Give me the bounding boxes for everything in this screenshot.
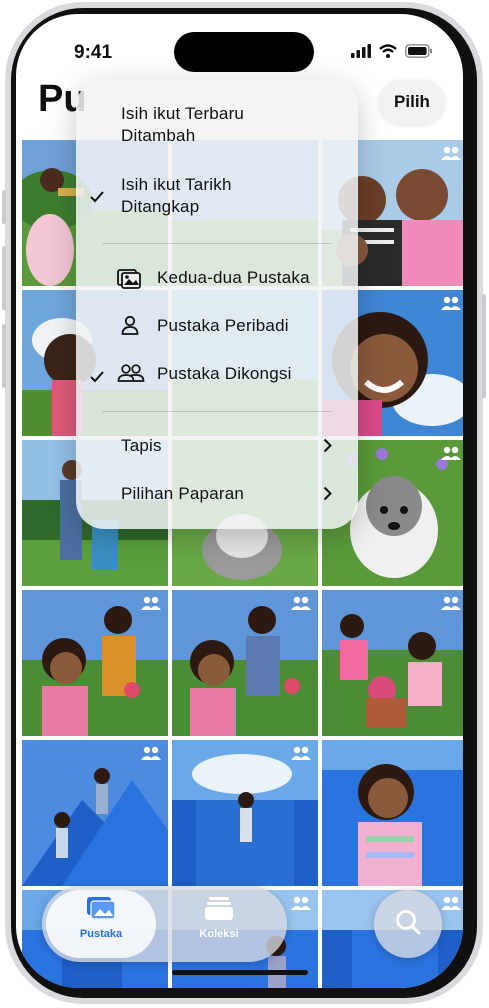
shared-library-icon — [440, 296, 462, 317]
person-icon — [121, 315, 139, 340]
action-button — [2, 190, 6, 224]
menu-item-label: Isih ikut Tarikh Ditangkap — [121, 175, 232, 216]
select-button[interactable]: Pilih — [379, 80, 445, 124]
wifi-icon — [379, 44, 397, 58]
shared-library-icon — [440, 146, 462, 167]
shared-library-icon — [290, 596, 462, 617]
tab-label: Pustaka — [79, 928, 123, 940]
checkmark-icon — [90, 188, 106, 208]
chevron-right-icon — [323, 486, 332, 506]
search-button[interactable] — [374, 890, 442, 958]
status-time: 9:41 — [74, 42, 113, 63]
sort-filter-menu: Isih ikut Terbaru Ditambah Isih ikut Tar… — [76, 79, 358, 529]
tab-label: Koleksi — [199, 928, 239, 940]
screen: 9:41 Pu Pilih Isih ikut Terbaru Ditambah… — [16, 14, 463, 988]
shared-library-icon — [290, 746, 462, 767]
volume-down-button — [2, 324, 6, 388]
collections-icon — [205, 897, 233, 924]
photos-icon — [86, 897, 116, 924]
menu-item-label: Pilihan Paparan — [121, 484, 245, 503]
home-indicator — [172, 970, 308, 975]
menu-separator — [102, 411, 332, 412]
status-icons — [351, 44, 433, 58]
people-icon — [117, 363, 145, 388]
menu-item-label: Tapis — [121, 436, 162, 455]
menu-separator — [102, 243, 332, 244]
menu-item-label: Pustaka Peribadi — [157, 316, 289, 335]
status-bar: 9:41 — [16, 14, 463, 84]
battery-icon — [405, 44, 432, 58]
photos-stack-icon — [117, 267, 141, 294]
tab-bar: Pustaka Koleksi — [42, 886, 287, 962]
power-button — [482, 294, 486, 398]
tab-collections[interactable]: Koleksi — [164, 896, 274, 956]
volume-up-button — [2, 246, 6, 310]
menu-item-label: Kedua-dua Pustaka — [157, 268, 310, 287]
search-icon — [394, 908, 422, 941]
shared-library-icon — [440, 446, 462, 467]
menu-item-label: Pustaka Dikongsi — [157, 364, 292, 383]
chevron-right-icon — [323, 438, 332, 458]
dynamic-island — [174, 32, 314, 72]
menu-item-label: Isih ikut Terbaru Ditambah — [121, 104, 245, 145]
shared-library-icon — [440, 596, 462, 617]
checkmark-icon — [90, 368, 106, 388]
shared-library-icon — [440, 896, 462, 917]
tab-library[interactable]: Pustaka — [46, 896, 156, 956]
cellular-signal-icon — [351, 44, 371, 58]
